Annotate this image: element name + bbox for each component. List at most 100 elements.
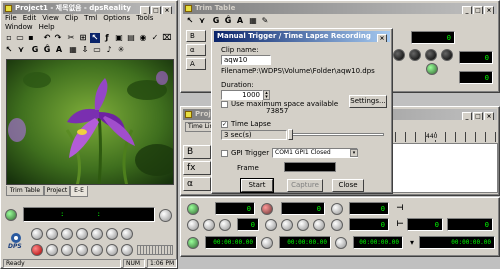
clip-name-input[interactable]: aqw10 xyxy=(221,55,271,65)
panel-clock-button-1[interactable] xyxy=(331,203,343,215)
save-icon[interactable]: ▪ xyxy=(26,33,36,43)
panel-down-button[interactable] xyxy=(297,219,309,231)
menu-tools[interactable]: Tools xyxy=(136,14,153,22)
new-icon[interactable]: ▫ xyxy=(4,33,14,43)
panel-remove-button[interactable] xyxy=(203,219,215,231)
clip-icon[interactable]: ▣ xyxy=(114,33,124,43)
dialog-close-action-button[interactable]: Close xyxy=(332,179,364,192)
panel-clock-button-3[interactable] xyxy=(335,237,347,249)
paste-tool-icon[interactable]: ▦ xyxy=(68,45,78,55)
fx-icon[interactable]: ƒ xyxy=(102,33,112,43)
tape-tool-icon[interactable]: ▭ xyxy=(92,45,102,55)
trim-text-icon[interactable]: A xyxy=(235,16,245,26)
dialog-close-button[interactable]: × xyxy=(377,34,387,42)
project-close-button[interactable]: × xyxy=(484,112,494,120)
panel-marker-icon[interactable]: ⊢ xyxy=(395,219,405,229)
gpi-trigger-checkbox[interactable] xyxy=(221,150,228,157)
step-forward-button[interactable] xyxy=(91,228,103,240)
tab-project[interactable]: Project xyxy=(44,186,70,196)
trim-minimize-button[interactable]: _ xyxy=(462,6,472,14)
arrow-tool-icon[interactable]: ↖ xyxy=(4,45,14,55)
mark-in-button[interactable] xyxy=(121,228,133,240)
menu-options[interactable]: Options xyxy=(103,14,130,22)
trash-icon[interactable]: ⌧ xyxy=(162,33,172,43)
trim-arrow-icon[interactable]: ↖ xyxy=(185,16,195,26)
panel-next-button[interactable] xyxy=(313,219,325,231)
pause-button[interactable] xyxy=(76,228,88,240)
menu-edit[interactable]: Edit xyxy=(23,14,37,22)
maximize-button[interactable]: □ xyxy=(151,6,161,14)
duration-input[interactable]: 1000 xyxy=(221,90,263,100)
tab-trim-table[interactable]: Trim Table xyxy=(6,186,44,196)
time-lapse-checkbox[interactable]: ✓ xyxy=(221,121,228,128)
panel-cycle-button[interactable] xyxy=(219,219,231,231)
trim-title-bar[interactable]: Trim Table _ □ × xyxy=(183,3,497,14)
max-space-checkbox[interactable] xyxy=(221,101,228,108)
trim-effects-icon[interactable]: ⋎ xyxy=(197,16,207,26)
step-back-button[interactable] xyxy=(61,228,73,240)
dialog-title-bar[interactable]: Manual Trigger / Time Lapse Recording × xyxy=(214,31,390,42)
track-fx[interactable]: fx xyxy=(183,161,211,175)
gradient-tool-icon[interactable]: G xyxy=(30,45,40,55)
check-icon[interactable]: ✓ xyxy=(150,33,160,43)
gpi-dropdown[interactable]: COM1 GPI1 Closed xyxy=(272,148,358,158)
trim-nudge-left-button[interactable] xyxy=(393,49,405,61)
pointer-icon[interactable]: ↖ xyxy=(90,33,100,43)
open-icon[interactable]: ▭ xyxy=(15,33,25,43)
panel-knob-3[interactable] xyxy=(187,237,199,249)
effects-tool-icon[interactable]: ⋎ xyxy=(16,45,26,55)
panel-knob-1[interactable] xyxy=(187,203,199,215)
record-knob[interactable] xyxy=(5,209,17,221)
duration-spinner[interactable]: ▴ ▾ xyxy=(263,90,270,100)
cut-icon[interactable]: ✂ xyxy=(66,33,76,43)
project-maximize-button[interactable]: □ xyxy=(473,112,483,120)
menu-help[interactable]: Help xyxy=(39,23,55,31)
trim-row-b[interactable]: B xyxy=(186,30,206,42)
trim-slip-button[interactable] xyxy=(441,49,453,61)
grid-icon[interactable]: ⊞ xyxy=(78,33,88,43)
star-tool-icon[interactable]: ✳ xyxy=(116,45,126,55)
panel-add-button[interactable] xyxy=(187,219,199,231)
text-tool-icon[interactable]: A xyxy=(54,45,64,55)
panel-knob-2[interactable] xyxy=(261,203,273,215)
project-minimize-button[interactable]: _ xyxy=(462,112,472,120)
play-reverse-button[interactable] xyxy=(61,244,73,256)
close-button[interactable]: × xyxy=(162,6,172,14)
trim-row-a[interactable]: A xyxy=(186,58,206,70)
panel-link-icon[interactable]: ⊣ xyxy=(395,203,405,213)
undo-icon[interactable]: ↶ xyxy=(42,33,52,43)
graphics-tool-icon[interactable]: Ĝ xyxy=(42,45,52,55)
start-button[interactable]: Start xyxy=(240,178,274,193)
menu-window[interactable]: Window xyxy=(5,23,33,31)
main-title-bar[interactable]: Project1 - 제목없음 - dpsReality _ □ × xyxy=(3,3,175,14)
minimize-button[interactable]: _ xyxy=(140,6,150,14)
record-icon[interactable]: ◉ xyxy=(138,33,148,43)
trim-maximize-button[interactable]: □ xyxy=(473,6,483,14)
capture-button[interactable]: Capture xyxy=(287,179,323,192)
trim-green-knob[interactable] xyxy=(426,63,438,75)
audio-tool-icon[interactable]: ♪ xyxy=(104,45,114,55)
panel-prev-button[interactable] xyxy=(265,219,277,231)
interval-input[interactable]: 3 sec(s) xyxy=(221,130,287,140)
trim-gradient-icon[interactable]: G xyxy=(211,16,221,26)
menu-file[interactable]: File xyxy=(5,14,17,22)
go-start-button[interactable] xyxy=(46,244,58,256)
panel-clock-button-2[interactable] xyxy=(331,219,343,231)
track-alpha[interactable]: α xyxy=(183,177,211,191)
trim-close-button[interactable]: × xyxy=(484,6,494,14)
menu-view[interactable]: View xyxy=(42,14,59,22)
trim-graphics-icon[interactable]: Ĝ xyxy=(223,16,233,26)
import-tool-icon[interactable]: ⇩ xyxy=(80,45,90,55)
interval-slider-thumb[interactable] xyxy=(288,129,293,140)
redo-icon[interactable]: ↷ xyxy=(53,33,63,43)
trim-row-alpha[interactable]: α xyxy=(186,44,206,56)
menu-tml[interactable]: Tml xyxy=(84,14,97,22)
track-b[interactable]: B xyxy=(183,145,211,159)
settings-button[interactable]: Settings... xyxy=(349,95,387,108)
trim-nudge-right-button[interactable] xyxy=(409,49,421,61)
tab-e-e[interactable]: E-E xyxy=(70,186,88,197)
jog-knob[interactable] xyxy=(159,209,172,222)
panel-end-icon[interactable]: ▾ xyxy=(407,238,417,248)
menu-clip[interactable]: Clip xyxy=(65,14,78,22)
panel-up-button[interactable] xyxy=(281,219,293,231)
